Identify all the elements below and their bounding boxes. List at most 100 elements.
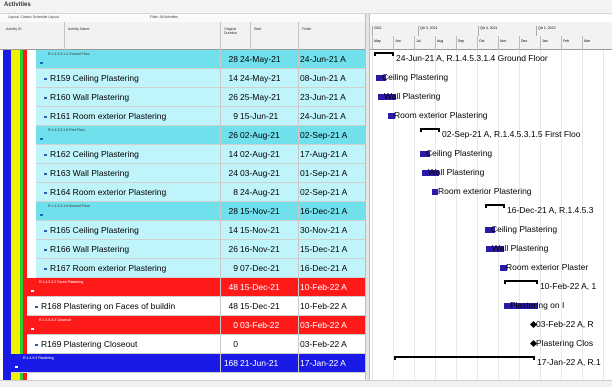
duration-value: 9 — [233, 111, 238, 121]
timescale-month: Jan — [540, 36, 561, 50]
activity-icon — [44, 192, 47, 194]
start-value: 02-Aug-21 A — [240, 130, 280, 140]
collapse-icon[interactable] — [15, 366, 18, 368]
activity-icon — [44, 230, 47, 232]
activity-row[interactable]: R164 Room exterior Plastering 8 24-Aug-21 … — [0, 183, 365, 202]
collapse-icon[interactable] — [40, 214, 43, 216]
duration-start-cell: 003-Feb-22 A — [220, 320, 280, 330]
start-value: 24-Aug-21 A — [240, 187, 280, 197]
duration-start-cell: 1415-Nov-21 A — [220, 225, 280, 235]
col-original-duration[interactable]: Original Duration — [224, 27, 244, 35]
wbs-row[interactable]: R.1.4.5.3.2 Faces Plastering 48 15-Dec-21 … — [0, 278, 365, 297]
duration-value: 168 — [223, 358, 238, 368]
col-activity-id[interactable]: Activity ID — [6, 27, 22, 31]
summary-bar[interactable] — [394, 356, 535, 358]
start-value: 15-Dec-21 A — [240, 301, 280, 311]
wbs-row[interactable]: R.1.4.5.3.1.4 Ground Floor2824-May-21 A2… — [0, 50, 365, 69]
summary-bar[interactable] — [420, 128, 440, 130]
activity-row[interactable]: R163 Wall Plastering 2403-Aug-21 A 01-Sep-… — [0, 164, 365, 183]
finish-value: 03-Feb-22 A — [300, 339, 347, 349]
finish-value: 02-Sep-21 A — [300, 187, 348, 197]
activity-row[interactable]: R160 Wall Plastering 2625-May-21 A 23-Jun-… — [0, 88, 365, 107]
duration-start-cell: 2815-Nov-21 A — [220, 206, 280, 216]
timescale-month: Oct — [477, 36, 498, 50]
collapse-icon[interactable] — [31, 328, 34, 330]
finish-value: 02-Sep-21 A — [300, 130, 348, 140]
col-activity-name[interactable]: Activity Name — [68, 27, 89, 31]
timescale-month: Nov — [498, 36, 519, 50]
duration-start-cell: 2824-May-21 A — [220, 54, 280, 64]
collapse-icon[interactable] — [40, 138, 43, 140]
gantt-bar-label: Plastering Clos — [536, 338, 594, 348]
summary-bar[interactable] — [374, 52, 394, 54]
duration-start-cell: 824-Aug-21 A — [220, 187, 280, 197]
activity-row[interactable]: R161 Room exterior Plastering 9 15-Jun-21 … — [0, 107, 365, 126]
summary-bar[interactable] — [504, 280, 538, 282]
activity-row[interactable]: R165 Ceiling Plastering 1415-Nov-21 A 30-N… — [0, 221, 365, 240]
duration-start-cell: 2616-Nov-21 A — [220, 244, 280, 254]
collapse-icon[interactable] — [40, 62, 43, 64]
timescale-year: 2021 — [372, 26, 418, 36]
finish-value: 17-Aug-21 A — [300, 149, 348, 159]
duration-value: 8 — [233, 187, 238, 197]
start-value: 15-Dec-21 A — [240, 282, 280, 292]
activity-row[interactable]: R168 Plastering on Faces of buildin 48 15-… — [0, 297, 365, 316]
gantt-bar-label: Room exterior Plastering — [438, 186, 532, 196]
duration-value: 26 — [228, 130, 238, 140]
start-value: 25-May-21 A — [240, 92, 280, 102]
finish-value: 01-Sep-21 A — [300, 168, 348, 178]
start-value: 15-Nov-21 A — [240, 206, 280, 216]
activity-icon — [44, 116, 47, 118]
finish-value: 03-Feb-22 A — [300, 320, 347, 330]
duration-value: 48 — [228, 301, 238, 311]
timescale-month: May — [372, 36, 393, 50]
finish-value: 16-Dec-21 A — [300, 263, 348, 273]
activity-name: R166 Wall Plastering — [50, 244, 130, 254]
timescale-month: Jun — [393, 36, 414, 50]
gantt-chart[interactable]: 24-Jun-21 A, R.1.4.5.3.1.4 Ground Floor C… — [370, 50, 612, 387]
duration-start-cell: 4815-Dec-21 A — [220, 282, 280, 292]
duration-value: 24 — [228, 168, 238, 178]
activity-icon — [35, 306, 38, 308]
gantt-bar-label: 16-Dec-21 A, R.1.4.5.3 — [507, 205, 594, 215]
finish-value: 24-Jun-21 A — [300, 111, 346, 121]
filter-label[interactable]: Filter: All Activities — [150, 15, 178, 19]
col-finish[interactable]: Finish — [302, 27, 311, 31]
activity-icon — [44, 249, 47, 251]
gantt-timescale: 2021 Qtr 3, 2021 Qtr 4, 2021 Qtr 1, 2022 May… — [370, 22, 612, 50]
activity-row[interactable]: R166 Wall Plastering 2616-Nov-21 A 15-Dec-… — [0, 240, 365, 259]
wbs-row[interactable]: R.1.4.5.3 Plastering 16821-Jun-21 A 17-Jan… — [0, 354, 365, 373]
wbs-row[interactable]: R.1.4.5.3.1.6 Second Floor 2815-Nov-21 A1… — [0, 202, 365, 221]
activity-icon — [44, 97, 47, 99]
activity-name: R160 Wall Plastering — [50, 92, 130, 102]
wbs-code: R.1.4.5.3.1.4 Ground Floor — [48, 52, 90, 56]
activity-row[interactable]: R162 Ceiling Plastering 1402-Aug-21 A 17-A… — [0, 145, 365, 164]
layout-toolbar: Layout: Classic Schedule Layout Filter: … — [0, 14, 365, 22]
duration-start-cell: 2403-Aug-21 A — [220, 168, 280, 178]
wbs-code: R.1.4.5.3.1.6 Second Floor — [48, 204, 90, 208]
activity-row[interactable]: R159 Ceiling Plastering 1424-May-21 A 08-J… — [0, 69, 365, 88]
col-start[interactable]: Start — [254, 27, 261, 31]
summary-bar[interactable] — [485, 204, 505, 206]
duration-value: 9 — [233, 263, 238, 273]
wbs-code: R.1.4.5.3.2 Faces Plastering — [39, 280, 84, 284]
activity-row[interactable]: R167 Room exterior Plastering 9 07-Dec-21 … — [0, 259, 365, 278]
finish-value: 17-Jan-22 A — [300, 358, 346, 368]
start-value: 07-Dec-21 A — [240, 263, 280, 273]
window-title: Activities — [4, 2, 31, 8]
duration-value: 48 — [228, 282, 238, 292]
timescale-month: Jul — [414, 36, 435, 50]
duration-value: 28 — [228, 206, 238, 216]
activity-row[interactable]: R169 Plastering Closeout 0 03-Feb-22 A — [0, 335, 365, 354]
duration-start-cell: 907-Dec-21 A — [220, 263, 280, 273]
collapse-icon[interactable] — [31, 290, 34, 292]
activity-name: R159 Ceiling Plastering — [50, 73, 139, 83]
start-value: 16-Nov-21 A — [240, 244, 280, 254]
wbs-code: R.1.4.5.3 Plastering — [23, 356, 54, 360]
finish-value: 08-Jun-21 A — [300, 73, 346, 83]
wbs-code: R.1.4.5.3.1.5 First Floor — [48, 128, 85, 132]
wbs-row[interactable]: R.1.4.5.3.1.5 First Floor 2602-Aug-21 A 02… — [0, 126, 365, 145]
layout-label[interactable]: Layout: Classic Schedule Layout — [8, 15, 59, 19]
wbs-row[interactable]: R.1.4.5.3.3 Closeout003-Feb-22 A03-Feb-2… — [0, 316, 365, 335]
horizontal-scrollbar[interactable] — [0, 380, 612, 387]
